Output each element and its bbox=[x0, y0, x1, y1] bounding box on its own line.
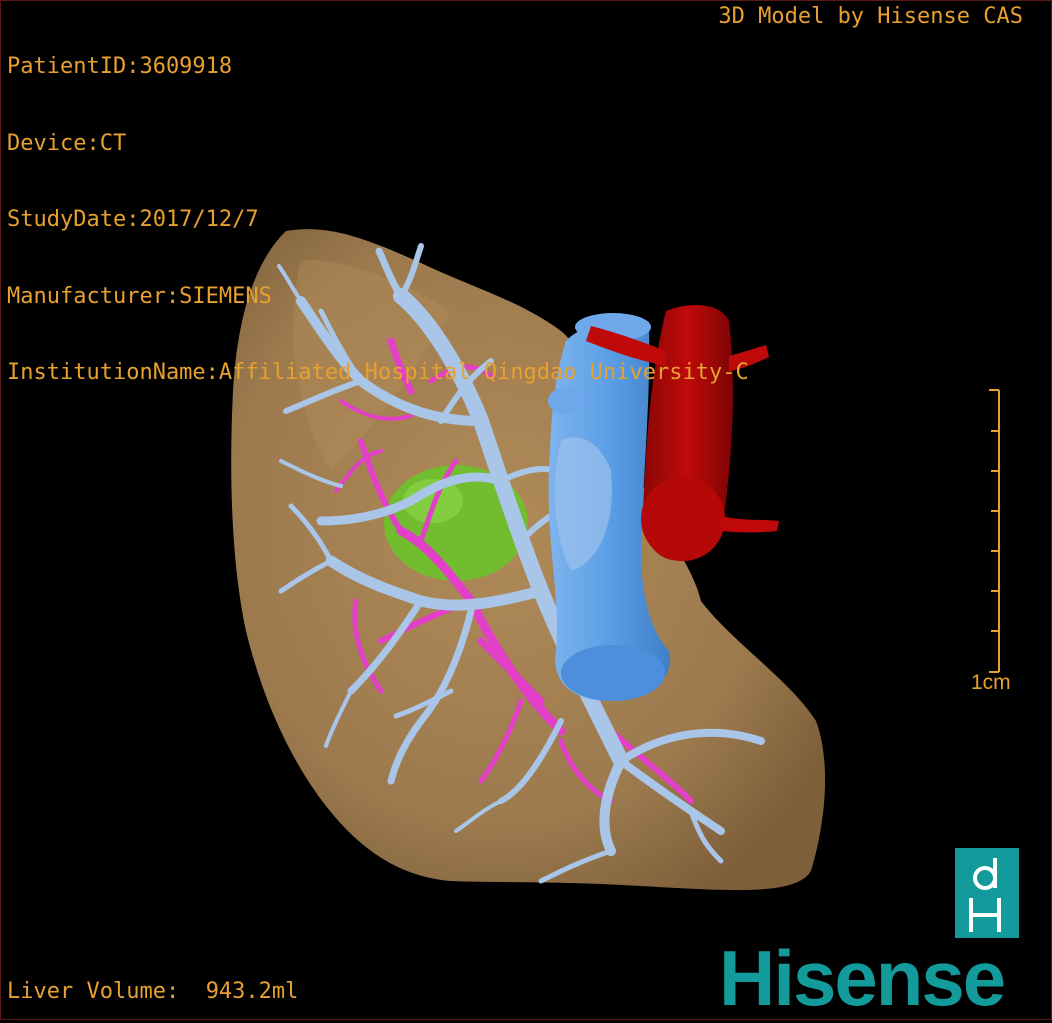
model-credit: 3D Model by Hisense CAS bbox=[718, 4, 1023, 29]
device: Device:CT bbox=[7, 130, 127, 156]
3d-viewport[interactable]: PatientID:3609918 Device:CT StudyDate:20… bbox=[0, 0, 1052, 1022]
liver-volume-value: 943.2ml bbox=[205, 979, 299, 1004]
study-date: StudyDate:2017/12/7 bbox=[7, 207, 259, 232]
liver-volume: Liver Volume: 943.2ml bbox=[7, 978, 298, 1006]
scale-bar-label: 1cm bbox=[971, 671, 1011, 694]
institution-name: InstitutionName:Affiliated Hospital Qing… bbox=[7, 360, 749, 385]
patient-info-overlay: PatientID:3609918 Device:CT StudyDate:20… bbox=[7, 3, 749, 437]
hisense-wordmark: Hisense bbox=[719, 934, 1006, 1022]
dh-logo-icon bbox=[955, 848, 1019, 938]
patient-id: PatientID:3609918 bbox=[7, 54, 233, 79]
manufacturer: Manufacturer:SIEMENS bbox=[7, 283, 272, 309]
liver-volume-label: Liver Volume: bbox=[7, 979, 180, 1004]
scale-bar bbox=[989, 389, 1000, 673]
